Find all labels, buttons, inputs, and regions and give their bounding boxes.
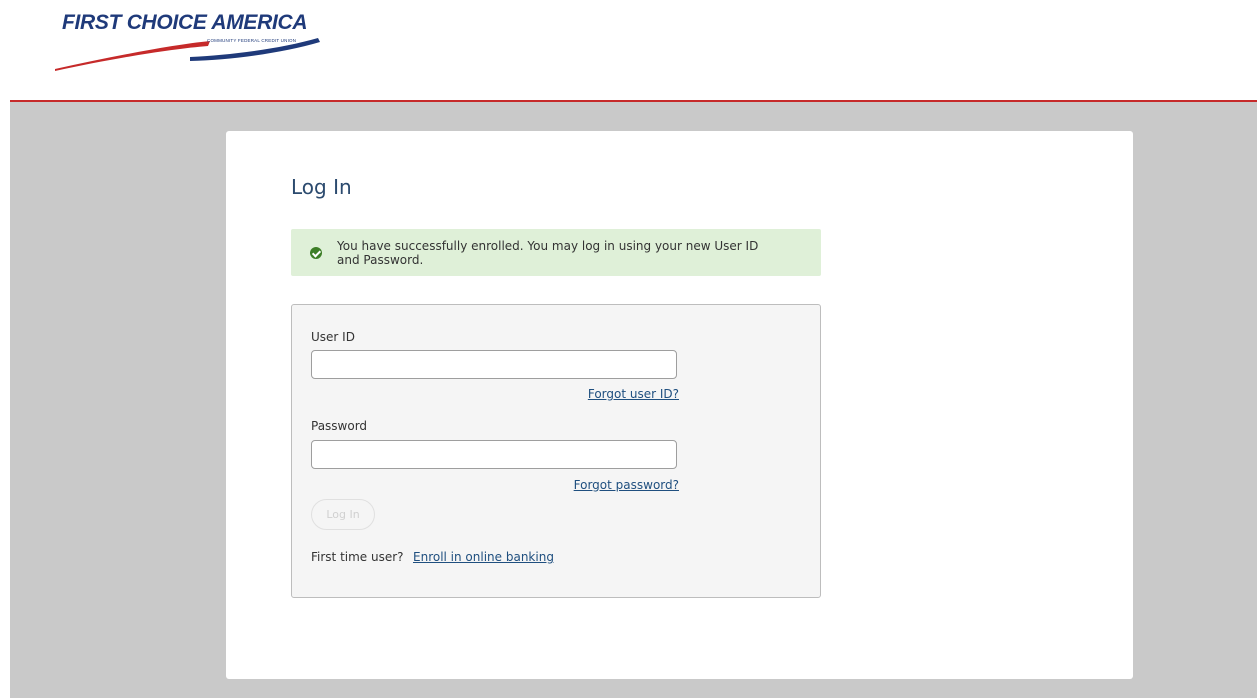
alert-message: You have successfully enrolled. You may … — [337, 239, 759, 267]
page-left-margin — [0, 0, 10, 698]
login-card: Log In You have successfully enrolled. Y… — [226, 131, 1133, 679]
site-header: FIRST CHOICE AMERICA COMMUNITY FEDERAL C… — [0, 0, 1257, 100]
brand-name: FIRST CHOICE AMERICA — [62, 11, 308, 34]
brand-subtitle: COMMUNITY FEDERAL CREDIT UNION — [207, 38, 297, 43]
user-id-input[interactable] — [311, 350, 677, 379]
success-alert: You have successfully enrolled. You may … — [291, 229, 821, 276]
password-input[interactable] — [311, 440, 677, 469]
first-time-user-text: First time user? — [311, 550, 404, 564]
enroll-link[interactable]: Enroll in online banking — [413, 550, 554, 564]
forgot-user-id-link[interactable]: Forgot user ID? — [588, 387, 679, 401]
page-title: Log In — [291, 175, 352, 199]
check-circle-icon — [310, 247, 322, 259]
forgot-password-link[interactable]: Forgot password? — [574, 478, 679, 492]
user-id-label: User ID — [311, 330, 355, 344]
login-form-panel: User ID Forgot user ID? Password Forgot … — [291, 304, 821, 598]
login-button[interactable]: Log In — [311, 499, 375, 530]
password-label: Password — [311, 419, 368, 433]
brand-logo[interactable]: FIRST CHOICE AMERICA COMMUNITY FEDERAL C… — [50, 5, 330, 75]
